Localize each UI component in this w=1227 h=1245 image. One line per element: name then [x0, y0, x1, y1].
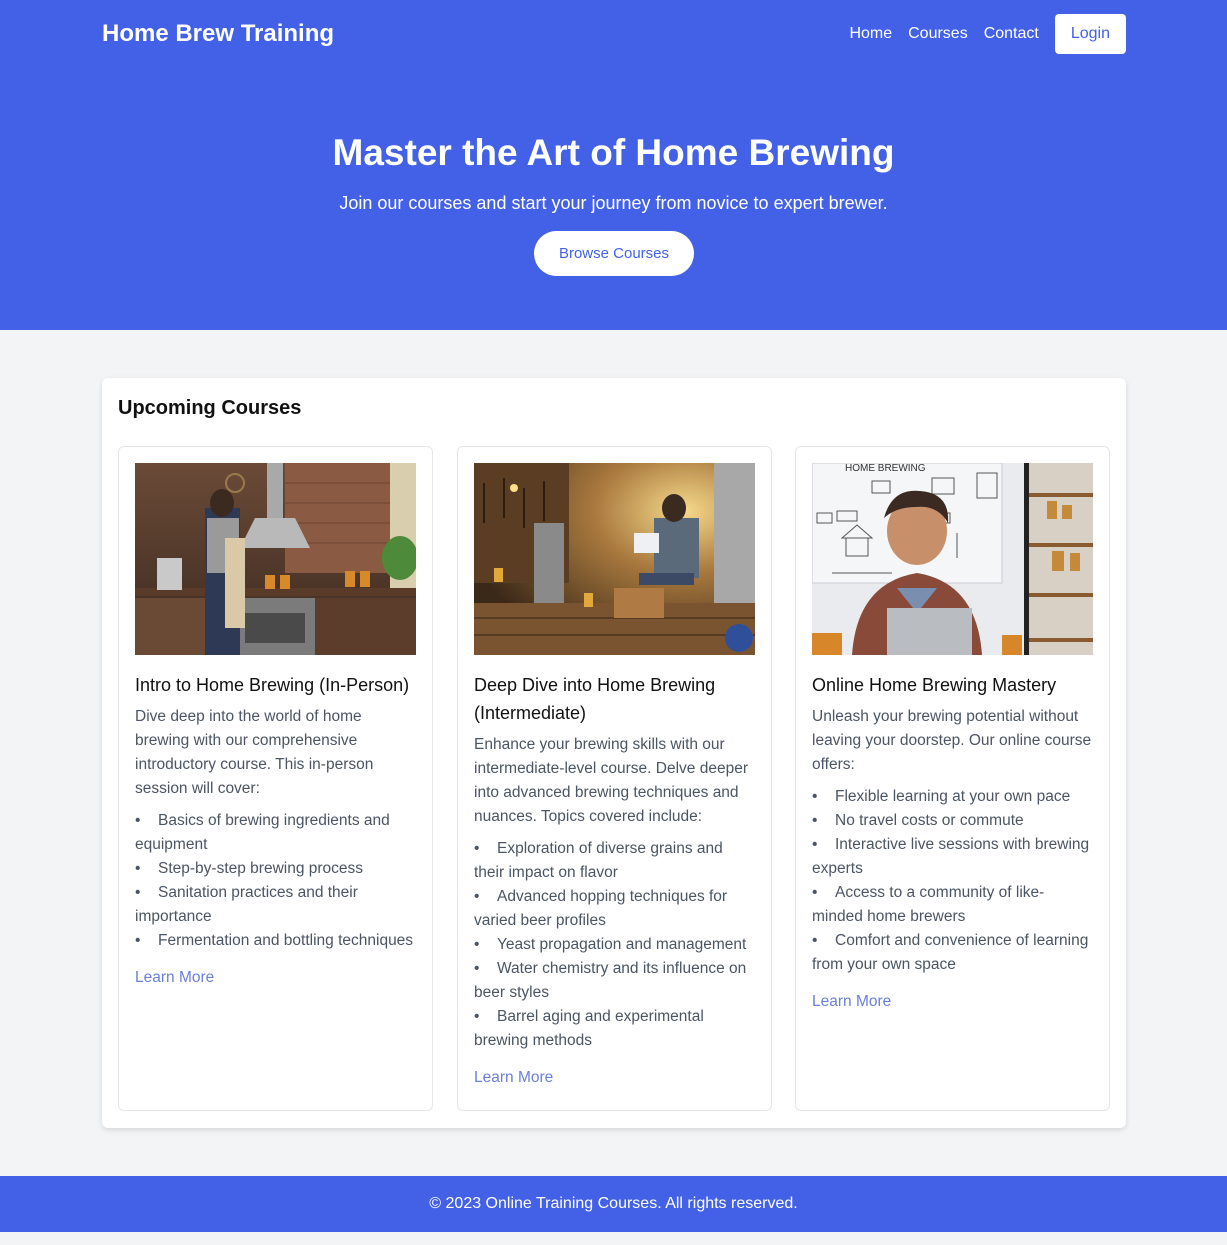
bullet-icon — [135, 857, 158, 881]
bullet-icon — [474, 1005, 497, 1029]
whiteboard-text: HOME BREWING — [845, 463, 926, 474]
list-item: Basics of brewing ingredients and equipm… — [135, 809, 418, 857]
bullet-icon — [812, 833, 835, 857]
list-item: Water chemistry and its influence on bee… — [474, 957, 757, 1005]
bullet-icon — [812, 881, 835, 905]
course-image-online: HOME BREWING — [812, 463, 1093, 655]
bullet-icon — [812, 929, 835, 953]
list-item: Fermentation and bottling techniques — [135, 929, 418, 953]
course-topics-list: Exploration of diverse grains and their … — [474, 837, 757, 1053]
browse-courses-button[interactable]: Browse Courses — [534, 231, 694, 276]
bullet-icon — [474, 885, 497, 909]
bullet-icon — [474, 837, 497, 861]
course-title: Deep Dive into Home Brewing (Intermediat… — [474, 675, 716, 723]
course-description: Unleash your brewing potential without l… — [812, 708, 1092, 773]
learn-more-link[interactable]: Learn More — [474, 1069, 553, 1087]
nav-home-link[interactable]: Home — [849, 25, 892, 43]
learn-more-link[interactable]: Learn More — [135, 969, 214, 987]
nav-links: Home Courses Contact Login — [833, 14, 1126, 54]
bullet-icon — [135, 929, 158, 953]
courses-panel: Upcoming Courses Intro to Home Brewing (… — [102, 378, 1126, 1128]
login-button[interactable]: Login — [1054, 14, 1126, 54]
list-item: No travel costs or commute — [812, 809, 1095, 833]
bullet-icon — [812, 809, 835, 833]
course-title: Online Home Brewing Mastery — [812, 675, 1057, 695]
course-card-intro: Intro to Home Brewing (In-Person) Dive d… — [118, 446, 433, 1111]
hero-section: Home Brew Training Home Courses Contact … — [0, 0, 1227, 330]
list-item: Interactive live sessions with brewing e… — [812, 833, 1095, 881]
list-item: Sanitation practices and their importanc… — [135, 881, 418, 929]
nav-courses-link[interactable]: Courses — [908, 25, 968, 43]
course-title: Intro to Home Brewing (In-Person) — [135, 675, 410, 695]
copyright-text: © 2023 Online Training Courses. All righ… — [429, 1195, 798, 1212]
course-description: Enhance your brewing skills with our int… — [474, 736, 748, 825]
course-image-kitchen — [135, 463, 416, 655]
bullet-icon — [474, 933, 497, 957]
course-card-online: HOME BREWING Online Home Brewing Mastery… — [795, 446, 1110, 1111]
list-item: Yeast propagation and management — [474, 933, 757, 957]
card-body: Intro to Home Brewing (In-Person) Dive d… — [135, 671, 418, 987]
learn-more-link[interactable]: Learn More — [812, 993, 891, 1011]
hero-title: Master the Art of Home Brewing — [332, 132, 895, 173]
course-image-workshop — [474, 463, 755, 655]
list-item: Exploration of diverse grains and their … — [474, 837, 757, 885]
course-description: Dive deep into the world of home brewing… — [135, 708, 374, 797]
footer: © 2023 Online Training Courses. All righ… — [0, 1176, 1227, 1232]
list-item: Barrel aging and experimental brewing me… — [474, 1005, 757, 1053]
bullet-icon — [812, 785, 835, 809]
course-topics-list: Flexible learning at your own pace No tr… — [812, 785, 1095, 977]
card-body: Deep Dive into Home Brewing (Intermediat… — [474, 671, 757, 1087]
brand-logo[interactable]: Home Brew Training — [102, 20, 334, 48]
card-body: Online Home Brewing Mastery Unleash your… — [812, 671, 1095, 1011]
bullet-icon — [135, 809, 158, 833]
list-item: Advanced hopping techniques for varied b… — [474, 885, 757, 933]
bullet-icon — [474, 957, 497, 981]
list-item: Step-by-step brewing process — [135, 857, 418, 881]
course-card-intermediate: Deep Dive into Home Brewing (Intermediat… — [457, 446, 772, 1111]
list-item: Flexible learning at your own pace — [812, 785, 1095, 809]
section-title: Upcoming Courses — [118, 397, 302, 419]
list-item: Access to a community of like-minded hom… — [812, 881, 1095, 929]
top-nav: Home Brew Training Home Courses Contact … — [102, 14, 1126, 54]
nav-contact-link[interactable]: Contact — [984, 25, 1039, 43]
list-item: Comfort and convenience of learning from… — [812, 929, 1095, 977]
hero-subtitle: Join our courses and start your journey … — [339, 193, 888, 213]
bullet-icon — [135, 881, 158, 905]
course-topics-list: Basics of brewing ingredients and equipm… — [135, 809, 418, 953]
